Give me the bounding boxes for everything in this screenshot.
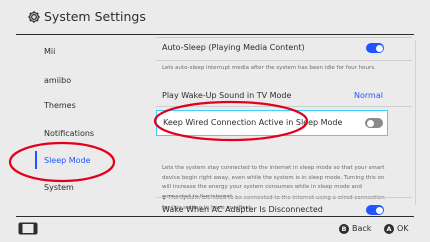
sidebar-item-system[interactable]: System xyxy=(44,183,74,193)
wakeup-sound-value[interactable]: Normal xyxy=(354,91,383,101)
wake-ac-toggle[interactable] xyxy=(366,205,384,215)
toggle-knob xyxy=(375,206,383,214)
toggle-knob xyxy=(366,119,374,127)
sidebar-item-sleep-mode[interactable]: Sleep Mode xyxy=(44,156,91,166)
wired-connection-label: Keep Wired Connection Active in Sleep Mo… xyxy=(163,118,343,127)
sidebar: Mii amiibo Themes Notifications Sleep Mo… xyxy=(0,35,140,215)
divider xyxy=(156,60,412,61)
divider xyxy=(156,37,412,38)
sidebar-item-mii[interactable]: Mii xyxy=(44,47,55,57)
gear-icon xyxy=(28,11,40,23)
scrollbar-track[interactable] xyxy=(415,40,416,205)
selection-indicator xyxy=(35,151,37,169)
ok-label[interactable]: OK xyxy=(397,223,409,235)
divider xyxy=(156,197,412,198)
auto-sleep-toggle[interactable] xyxy=(366,43,384,53)
sidebar-item-notifications[interactable]: Notifications xyxy=(44,129,94,139)
wired-connection-toggle[interactable] xyxy=(365,118,383,128)
wake-ac-label[interactable]: Wake When AC Adapter Is Disconnected xyxy=(162,205,323,215)
b-button-icon[interactable]: B xyxy=(339,224,349,234)
page-title: System Settings xyxy=(44,9,146,24)
header-bar: System Settings xyxy=(0,0,430,34)
auto-sleep-label[interactable]: Auto-Sleep (Playing Media Content) xyxy=(162,43,305,53)
toggle-knob xyxy=(375,44,383,52)
footer-bar: B Back A OK xyxy=(0,217,430,242)
divider xyxy=(156,106,412,107)
wired-connection-row[interactable]: Keep Wired Connection Active in Sleep Mo… xyxy=(156,110,388,136)
sidebar-item-themes[interactable]: Themes xyxy=(44,101,76,111)
a-button-icon[interactable]: A xyxy=(384,224,394,234)
back-label[interactable]: Back xyxy=(352,223,371,235)
controller-icon xyxy=(18,222,38,235)
wakeup-sound-label[interactable]: Play Wake-Up Sound in TV Mode xyxy=(162,91,291,101)
auto-sleep-description: Lets auto-sleep interrupt media after th… xyxy=(162,65,376,71)
sidebar-item-amiibo[interactable]: amiibo xyxy=(44,76,71,86)
